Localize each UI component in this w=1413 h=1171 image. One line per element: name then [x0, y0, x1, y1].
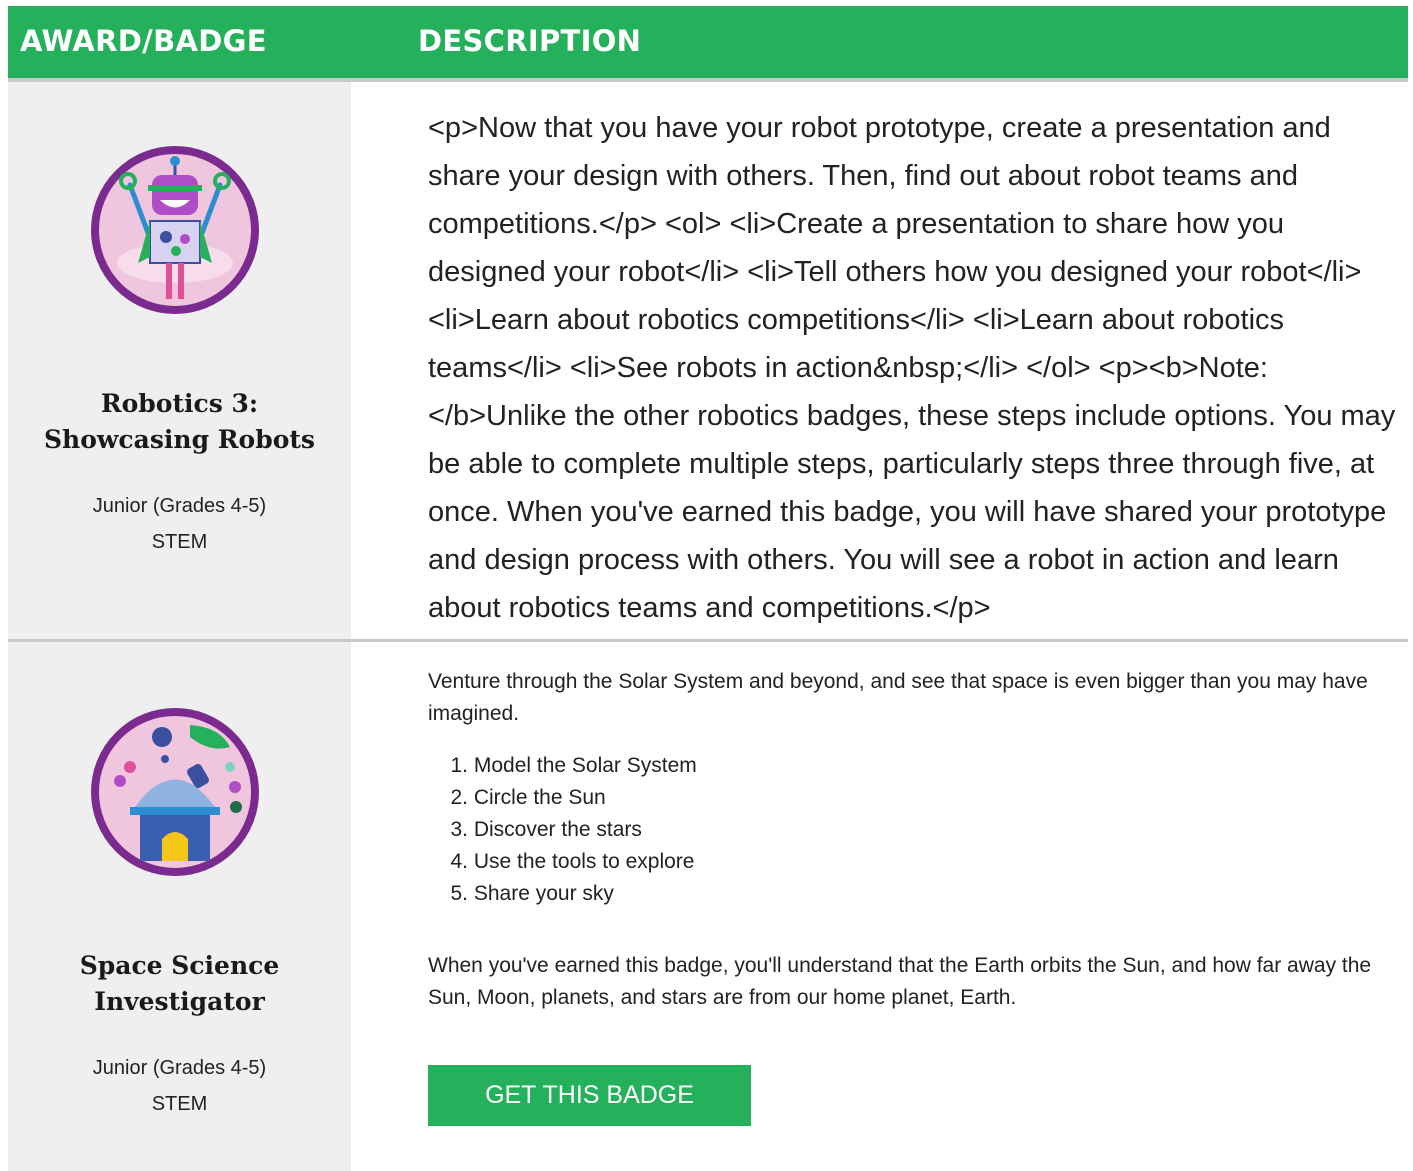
list-item: 4. Use the tools to explore — [450, 850, 695, 873]
badge-level: Junior (Grades 4-5) — [92, 495, 267, 517]
badge-category: STEM — [151, 531, 208, 553]
row-divider — [8, 639, 1408, 642]
table-header: AWARD/BADGE DESCRIPTION — [8, 6, 1408, 82]
list-item: 2. Circle the Sun — [450, 786, 606, 809]
badge-description: <p>Now that you have your robot prototyp… — [428, 112, 1396, 624]
badge-title[interactable]: Robotics 3: Showcasing Robots — [8, 386, 351, 458]
badge-meta: Junior (Grades 4-5) STEM — [8, 1050, 351, 1122]
list-item: 1. Model the Solar System — [450, 754, 697, 777]
list-item: 3. Discover the stars — [450, 818, 642, 841]
award-column-header: AWARD/BADGE — [20, 24, 267, 58]
badge-intro: Venture through the Solar System and bey… — [428, 670, 1368, 725]
badge-title[interactable]: Space Science Investigator — [8, 948, 351, 1020]
badge-outro: When you've earned this badge, you'll un… — [428, 954, 1372, 1009]
robot-badge-icon[interactable] — [90, 145, 260, 315]
badge-steps-list: 1. Model the Solar System 2. Circle the … — [428, 750, 697, 910]
badge-meta: Junior (Grades 4-5) STEM — [8, 488, 351, 560]
description-column-header: DESCRIPTION — [418, 24, 642, 58]
badge-level: Junior (Grades 4-5) — [92, 1057, 267, 1079]
observatory-badge-icon[interactable] — [90, 707, 260, 877]
get-this-badge-button[interactable]: GET THIS BADGE — [428, 1065, 751, 1126]
list-item: 5. Share your sky — [450, 882, 614, 905]
badge-category: STEM — [151, 1093, 208, 1115]
